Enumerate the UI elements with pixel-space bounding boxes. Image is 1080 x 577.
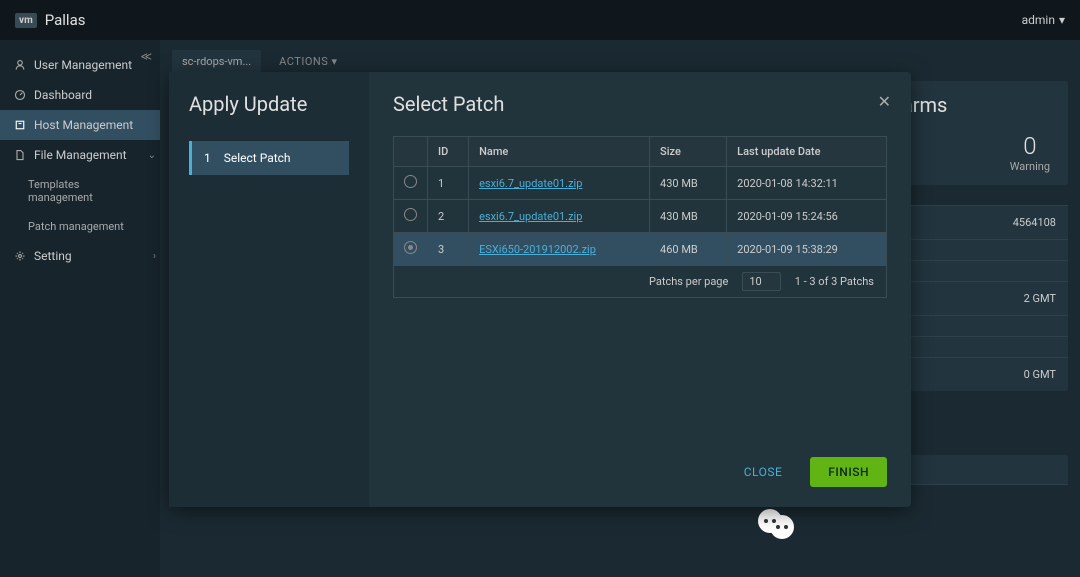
patch-link[interactable]: esxi6.7_update01.zip [479, 210, 582, 223]
wizard-step-number: 1 [204, 151, 211, 165]
chevron-down-icon: ▾ [1059, 13, 1065, 27]
wizard-step-label: Select Patch [224, 151, 291, 165]
patch-size: 460 MB [650, 233, 727, 266]
patch-id: 3 [428, 233, 469, 266]
patch-date: 2020-01-08 14:32:11 [727, 167, 887, 200]
apply-update-modal: Apply Update 1 Select Patch Select Patch… [169, 72, 911, 507]
table-row[interactable]: 3 ESXi650-201912002.zip 460 MB 2020-01-0… [394, 233, 887, 266]
topbar: vm Pallas admin ▾ [0, 0, 1080, 40]
finish-button[interactable]: FINISH [810, 457, 887, 487]
logo: vm [15, 13, 37, 28]
close-button[interactable]: CLOSE [726, 457, 801, 487]
patch-header-size[interactable]: Size [650, 137, 727, 167]
radio-button[interactable] [404, 208, 417, 221]
pagination-range: 1 - 3 of 3 Patchs [795, 275, 874, 288]
modal-title: Select Patch [393, 92, 887, 116]
patch-header-select [394, 137, 428, 167]
patch-date: 2020-01-09 15:38:29 [727, 233, 887, 266]
table-row[interactable]: 2 esxi6.7_update01.zip 430 MB 2020-01-09… [394, 200, 887, 233]
radio-button[interactable] [404, 175, 417, 188]
patch-id: 2 [428, 200, 469, 233]
patch-date: 2020-01-09 15:24:56 [727, 200, 887, 233]
patch-link[interactable]: ESXi650-201912002.zip [479, 243, 596, 256]
wizard-step-select-patch[interactable]: 1 Select Patch [189, 141, 349, 175]
patch-size: 430 MB [650, 167, 727, 200]
per-page-label: Patchs per page [649, 275, 728, 288]
patch-header-date[interactable]: Last update Date [727, 137, 887, 167]
patch-header-name[interactable]: Name [469, 137, 650, 167]
patch-header-id[interactable]: ID [428, 137, 469, 167]
app-name: Pallas [45, 11, 86, 29]
patch-link[interactable]: esxi6.7_update01.zip [479, 177, 582, 190]
table-row[interactable]: 1 esxi6.7_update01.zip 430 MB 2020-01-08… [394, 167, 887, 200]
radio-button[interactable] [404, 241, 417, 254]
table-footer: Patchs per page 10 1 - 3 of 3 Patchs [393, 266, 887, 298]
wizard-title: Apply Update [189, 92, 349, 116]
user-name: admin [1022, 13, 1055, 27]
close-icon[interactable]: ✕ [878, 92, 891, 111]
user-menu[interactable]: admin ▾ [1022, 13, 1065, 27]
per-page-select[interactable]: 10 [742, 272, 780, 291]
patch-id: 1 [428, 167, 469, 200]
modal-overlay: Apply Update 1 Select Patch Select Patch… [0, 40, 1080, 577]
patch-size: 430 MB [650, 200, 727, 233]
patch-table: ID Name Size Last update Date 1 esxi6.7_… [393, 136, 887, 266]
